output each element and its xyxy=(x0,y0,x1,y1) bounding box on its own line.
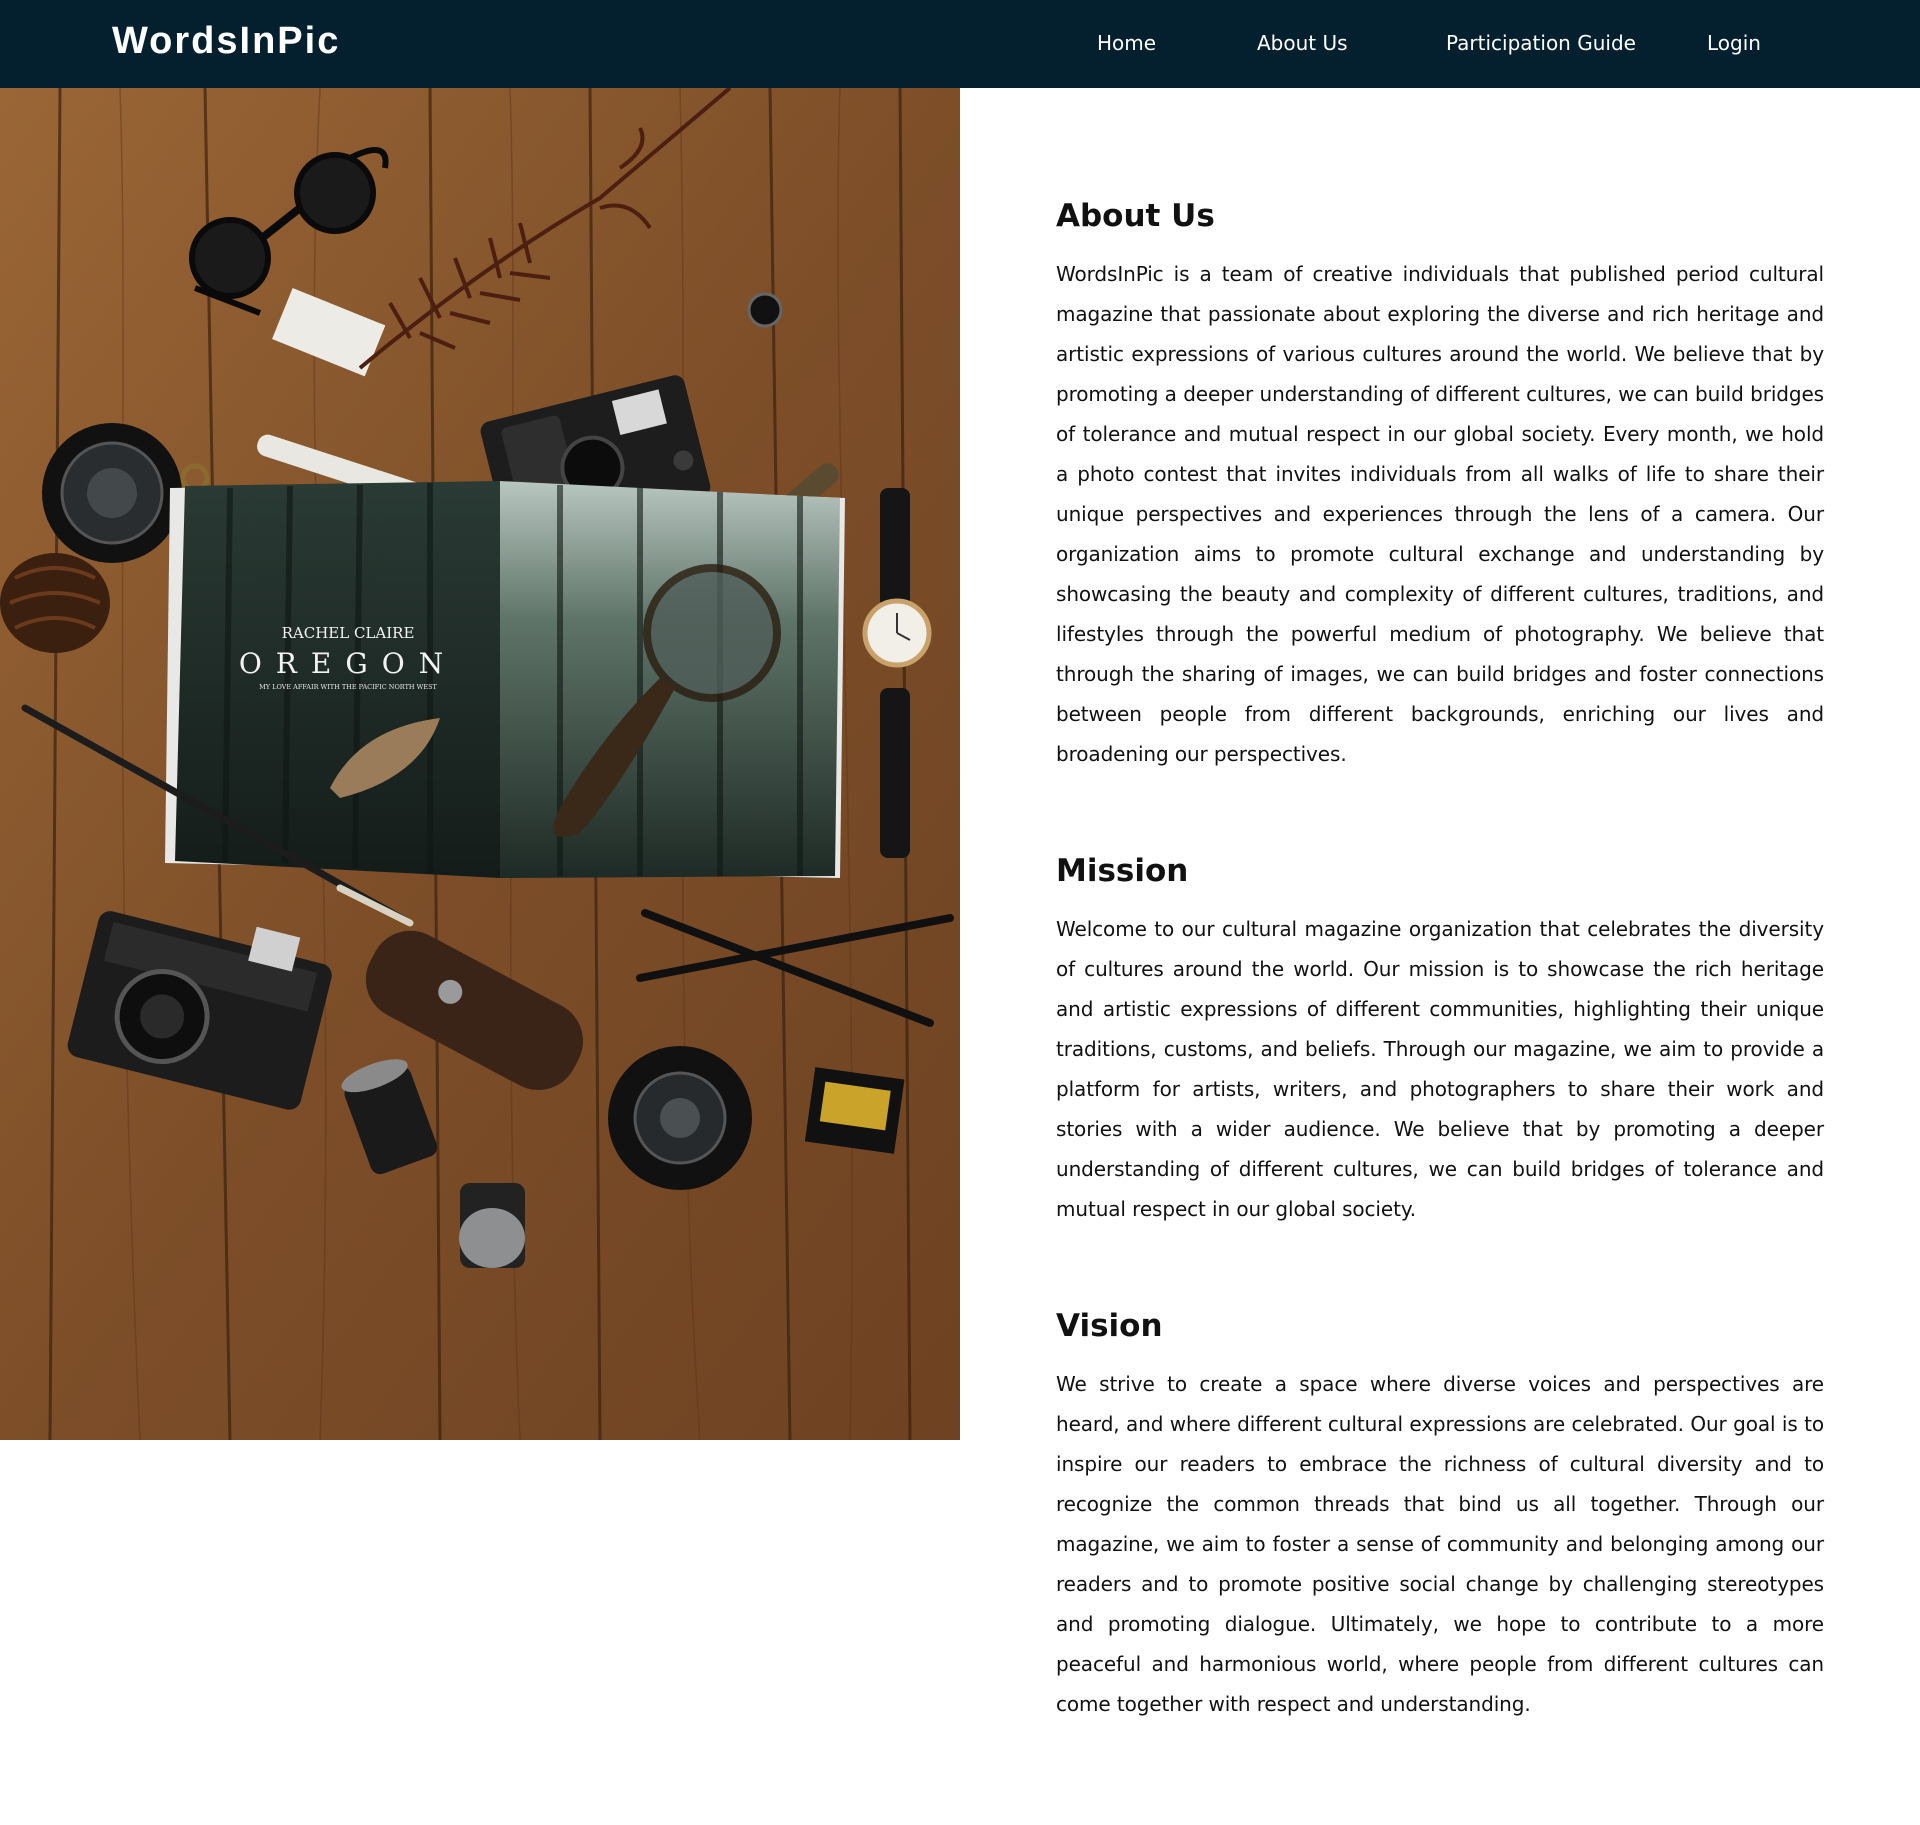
magazine-author-text: RACHEL CLAIRE xyxy=(282,624,415,642)
nav-about-us-link[interactable]: About Us xyxy=(1257,31,1348,55)
vision-section: Vision We strive to create a space where… xyxy=(1056,1306,1824,1724)
magazine-subtitle-text: MY LOVE AFFAIR WITH THE PACIFIC NORTH WE… xyxy=(259,683,437,691)
pinecone xyxy=(0,553,110,653)
magazine-title-text: OREGON xyxy=(239,647,457,680)
brand-logo[interactable]: WordsInPic xyxy=(112,20,340,63)
compass xyxy=(747,292,783,328)
hero-photo: RACHEL CLAIRE OREGON MY LOVE AFFAIR WITH… xyxy=(0,88,960,1440)
top-navbar: WordsInPic Home About Us Participation G… xyxy=(0,0,1920,88)
mission-heading: Mission xyxy=(1056,853,1189,889)
mission-section: Mission Welcome to our cultural magazine… xyxy=(1056,851,1824,1229)
about-section: About Us WordsInPic is a team of creativ… xyxy=(1056,196,1824,774)
vision-text: We strive to create a space where divers… xyxy=(1056,1372,1824,1716)
nav-login-link[interactable]: Login xyxy=(1707,31,1761,55)
about-text: WordsInPic is a team of creative individ… xyxy=(1056,262,1824,766)
film-canister-grey xyxy=(459,1183,525,1268)
camera-lens-bottom xyxy=(608,1046,752,1190)
vision-heading: Vision xyxy=(1056,1308,1163,1344)
mission-text: Welcome to our cultural magazine organiz… xyxy=(1056,917,1824,1221)
nav-home-link[interactable]: Home xyxy=(1097,31,1156,55)
matchbox xyxy=(804,1067,905,1154)
about-heading: About Us xyxy=(1056,198,1215,234)
camera-lens-top-left xyxy=(42,423,182,563)
nav-participation-guide-link[interactable]: Participation Guide xyxy=(1446,31,1636,55)
